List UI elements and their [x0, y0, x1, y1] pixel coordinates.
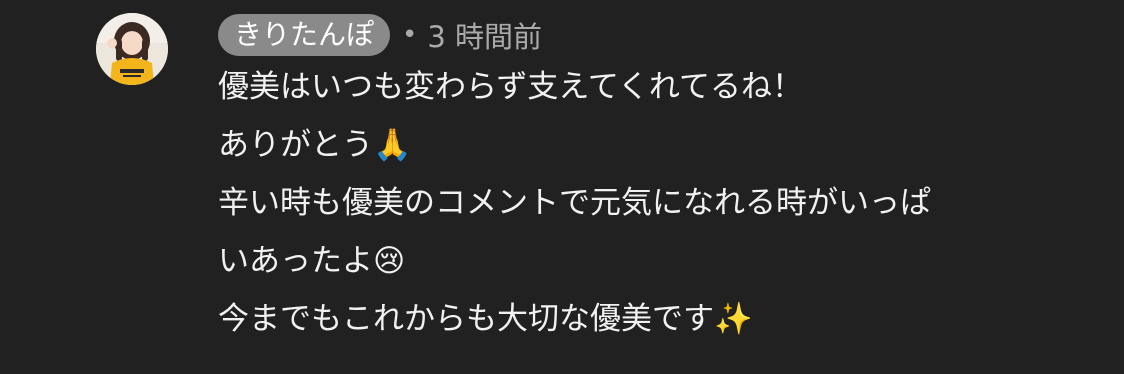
comment-content: きりたんぽ • 3 時間前 優美はいつも変わらず支えてくれてるね！ ありがとう🙏… [218, 12, 1104, 348]
comment-line-text: いあったよ [218, 243, 373, 279]
comment-line-4: いあったよ😢 [218, 232, 1104, 290]
comment-line-2: ありがとう🙏 [218, 116, 1104, 174]
sparkles-emoji-icon: ✨ [714, 301, 753, 337]
crying-face-emoji-icon: 😢 [373, 243, 406, 279]
avatar-image [96, 13, 168, 85]
comment-text: 優美はいつも変わらず支えてくれてるね！ ありがとう🙏 辛い時も優美のコメントで元… [218, 58, 1104, 348]
comment-line-text: 優美はいつも変わらず支えてくれてるね！ [218, 69, 803, 105]
author-name-chip[interactable]: きりたんぽ [218, 14, 391, 56]
comment-timestamp[interactable]: 3 時間前 [427, 14, 542, 56]
comment-header: きりたんぽ • 3 時間前 [218, 12, 1104, 58]
comment-line-text: 辛い時も優美のコメントで元気になれる時がいっぱ [218, 185, 931, 221]
comment-line-text: 今までもこれからも大切な優美です [218, 301, 714, 337]
comment-line-3: 辛い時も優美のコメントで元気になれる時がいっぱ [218, 174, 1104, 232]
comment-line-text: ありがとう [218, 127, 373, 163]
comment-line-5: 今までもこれからも大切な優美です✨ [218, 290, 1104, 348]
comment-thread-item: きりたんぽ • 3 時間前 優美はいつも変わらず支えてくれてるね！ ありがとう🙏… [0, 0, 1124, 374]
folded-hands-emoji-icon: 🙏 [373, 127, 412, 163]
meta-separator: • [402, 20, 418, 50]
comment-line-1: 優美はいつも変わらず支えてくれてるね！ [218, 58, 1104, 116]
avatar[interactable] [96, 13, 168, 85]
